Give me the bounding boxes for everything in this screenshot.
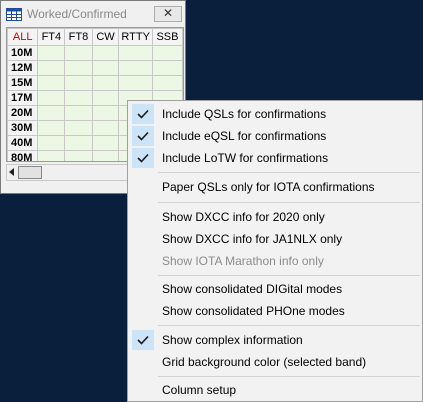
grid-cell[interactable]	[118, 45, 153, 61]
menu-item-label: Grid background color (selected band)	[162, 355, 367, 369]
menu-separator	[158, 202, 420, 203]
grid-cell[interactable]	[64, 45, 93, 61]
menu-separator	[158, 275, 420, 276]
menu-separator	[158, 325, 420, 326]
grid-cell[interactable]	[118, 75, 153, 91]
grid-cell[interactable]	[64, 60, 93, 76]
grid-cell[interactable]	[118, 60, 153, 76]
grid-cell[interactable]	[37, 45, 66, 61]
grid-cell[interactable]	[91, 150, 120, 161]
menu-item-iota-marathon: Show IOTA Marathon info only	[128, 250, 422, 272]
grid-cell[interactable]	[91, 75, 120, 91]
table-row: 15M	[7, 75, 183, 91]
band-label: 15M	[7, 75, 39, 91]
grid-cell[interactable]	[151, 75, 183, 91]
grid-cell[interactable]	[151, 45, 183, 61]
grid-cell[interactable]	[91, 105, 120, 121]
band-label: 12M	[7, 60, 39, 76]
grid-cell[interactable]	[64, 120, 93, 136]
menu-item-label: Show consolidated PHOne modes	[162, 304, 345, 318]
menu-separator	[158, 172, 420, 173]
table-row: 10M	[7, 45, 183, 61]
grid-cell[interactable]	[37, 135, 66, 151]
menu-item-label: Include LoTW for confirmations	[162, 151, 329, 165]
column-header-ft8[interactable]: FT8	[64, 28, 93, 46]
menu-item-consolidated-phone[interactable]: Show consolidated PHOne modes	[128, 300, 422, 322]
menu-item-paper-qsls-iota[interactable]: Paper QSLs only for IOTA confirmations	[128, 176, 422, 198]
grid-cell[interactable]	[64, 75, 93, 91]
band-label: 10M	[7, 45, 39, 61]
band-label: 20M	[7, 105, 39, 121]
band-label: 80M	[7, 150, 39, 161]
checkmark-icon	[132, 330, 154, 350]
grid-cell[interactable]	[37, 60, 66, 76]
menu-item-include-eqsl[interactable]: Include eQSL for confirmations	[128, 125, 422, 147]
grid-cell[interactable]	[64, 135, 93, 151]
checkmark-icon	[132, 126, 154, 146]
grid-cell[interactable]	[91, 120, 120, 136]
grid-cell[interactable]	[91, 90, 120, 106]
grid-cell[interactable]	[91, 60, 120, 76]
grid-cell[interactable]	[64, 90, 93, 106]
menu-item-label: Paper QSLs only for IOTA confirmations	[162, 180, 375, 194]
band-label: 40M	[7, 135, 39, 151]
menu-item-label: Show DXCC info for 2020 only	[162, 210, 325, 224]
menu-item-consolidated-digital[interactable]: Show consolidated DIGital modes	[128, 278, 422, 300]
grid-cell[interactable]	[37, 90, 66, 106]
menu-item-dxcc-2020[interactable]: Show DXCC info for 2020 only	[128, 206, 422, 228]
grid-cell[interactable]	[37, 105, 66, 121]
close-button[interactable]: ✕	[154, 6, 182, 22]
window-title: Worked/Confirmed	[27, 7, 127, 21]
grid-cell[interactable]	[37, 120, 66, 136]
menu-item-label: Show IOTA Marathon info only	[162, 254, 324, 268]
close-icon: ✕	[162, 6, 174, 20]
grid-cell[interactable]	[64, 105, 93, 121]
column-header-all[interactable]: ALL	[7, 28, 39, 46]
column-header-ft4[interactable]: FT4	[37, 28, 66, 46]
title-bar[interactable]: Worked/Confirmed ✕	[1, 1, 185, 27]
menu-item-include-qsls[interactable]: Include QSLs for confirmations	[128, 103, 422, 125]
scrollbar-thumb[interactable]	[18, 166, 42, 179]
menu-item-complex-information[interactable]: Show complex information	[128, 329, 422, 351]
menu-item-label: Include eQSL for confirmations	[162, 129, 327, 143]
menu-item-grid-background-color[interactable]: Grid background color (selected band)	[128, 351, 422, 373]
menu-separator	[158, 376, 420, 377]
grid-header-row: ALL FT4 FT8 CW RTTY SSB	[7, 28, 183, 46]
menu-item-column-setup[interactable]: Column setup	[128, 379, 422, 401]
column-header-ssb[interactable]: SSB	[151, 28, 183, 46]
table-row: 12M	[7, 60, 183, 76]
grid-cell[interactable]	[91, 45, 120, 61]
scroll-left-arrow-icon[interactable]	[9, 168, 14, 176]
grid-cell[interactable]	[64, 150, 93, 161]
band-label: 17M	[7, 90, 39, 106]
grid-icon	[6, 8, 22, 21]
menu-item-include-lotw[interactable]: Include LoTW for confirmations	[128, 147, 422, 169]
menu-item-label: Show complex information	[162, 333, 303, 347]
menu-item-label: Show consolidated DIGital modes	[162, 282, 343, 296]
menu-item-label: Show DXCC info for JA1NLX only	[162, 232, 343, 246]
column-header-cw[interactable]: CW	[91, 28, 120, 46]
checkmark-icon	[132, 104, 154, 124]
context-menu: Include QSLs for confirmations Include e…	[127, 100, 423, 402]
grid-cell[interactable]	[91, 135, 120, 151]
grid-cell[interactable]	[151, 60, 183, 76]
menu-item-label: Include QSLs for confirmations	[162, 107, 327, 121]
grid-cell[interactable]	[37, 75, 66, 91]
menu-item-label: Column setup	[162, 383, 237, 397]
column-header-rtty[interactable]: RTTY	[118, 28, 153, 46]
band-label: 30M	[7, 120, 39, 136]
menu-item-dxcc-ja1nlx[interactable]: Show DXCC info for JA1NLX only	[128, 228, 422, 250]
grid-cell[interactable]	[37, 150, 66, 161]
checkmark-icon	[132, 148, 154, 168]
